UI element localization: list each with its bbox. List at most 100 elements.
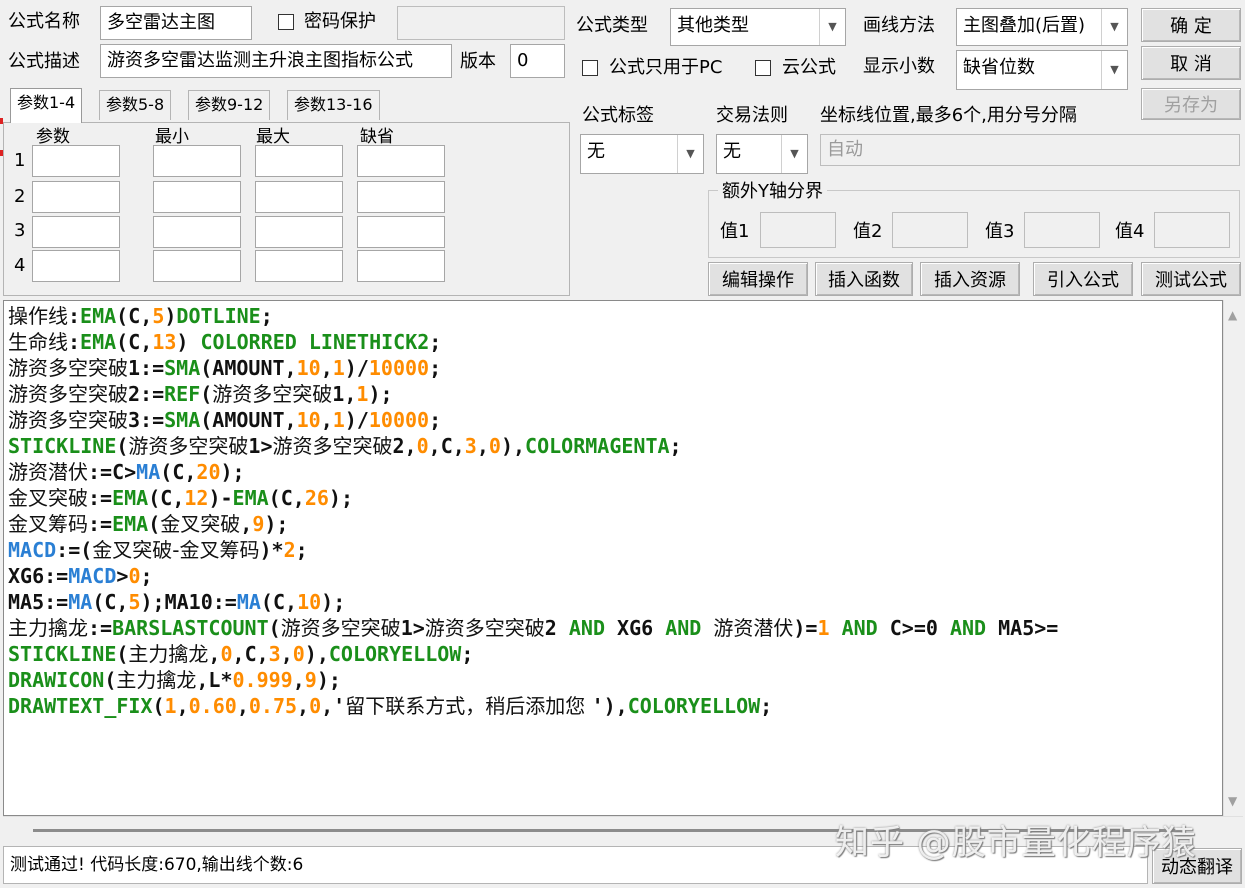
save-as-button[interactable]: 另存为	[1141, 88, 1241, 120]
code-token: C	[104, 590, 117, 614]
value1-input[interactable]	[760, 212, 836, 248]
code-token: 0	[488, 434, 501, 458]
code-line: STICKLINE(主力擒龙,0,C,3,0),COLORYELLOW;	[8, 641, 473, 667]
cancel-button[interactable]: 取 消	[1141, 46, 1241, 80]
chevron-down-icon[interactable]: ▼	[677, 135, 703, 173]
cloud-formula-checkbox[interactable]	[755, 60, 771, 76]
code-token: EMA	[112, 512, 149, 536]
tab-params-5-8[interactable]: 参数5-8	[99, 90, 172, 120]
chevron-down-icon[interactable]: ▼	[1101, 51, 1127, 89]
vertical-scrollbar[interactable]: ▲ ▼	[1223, 300, 1243, 816]
trade-rule-select[interactable]: 无 ▼	[716, 134, 808, 174]
insert-function-button[interactable]: 插入函数	[815, 262, 913, 296]
decimals-select[interactable]: 缺省位数 ▼	[956, 50, 1128, 90]
code-token: 5	[152, 304, 165, 328]
code-token: 2	[544, 616, 569, 640]
formula-tag-select[interactable]: 无 ▼	[580, 134, 704, 174]
code-line: 金叉突破:=EMA(C,12)-EMA(C,26);	[8, 485, 353, 511]
code-token: )-	[208, 486, 233, 510]
version-input[interactable]: 0	[510, 44, 565, 78]
code-line: DRAWTEXT_FIX(1,0.60,0.75,0,'留下联系方式，稍后添加您…	[8, 693, 772, 719]
tab-params-13-16[interactable]: 参数13-16	[287, 90, 380, 120]
param-2-default-input[interactable]	[357, 181, 445, 213]
code-token: 1	[332, 382, 345, 406]
param-1-name-input[interactable]	[32, 145, 120, 177]
code-token: ,	[176, 694, 189, 718]
test-formula-button[interactable]: 测试公式	[1141, 262, 1241, 296]
value3-input[interactable]	[1024, 212, 1100, 248]
code-token: STICKLINE	[8, 434, 117, 458]
code-token: 0	[128, 564, 141, 588]
chevron-down-icon[interactable]: ▼	[781, 135, 807, 173]
param-4-default-input[interactable]	[357, 250, 445, 282]
code-line: 游资多空突破2:=REF(游资多空突破1,1);	[8, 381, 393, 407]
param-3-max-input[interactable]	[255, 216, 343, 248]
decimals-label: 显示小数	[863, 56, 935, 77]
code-token: C	[172, 460, 185, 484]
pc-only-checkbox[interactable]	[582, 60, 598, 76]
param-3-default-input[interactable]	[357, 216, 445, 248]
param-1-max-input[interactable]	[255, 145, 343, 177]
code-token: ;	[429, 408, 442, 432]
code-token: 12	[184, 486, 209, 510]
import-formula-button[interactable]: 引入公式	[1033, 262, 1133, 296]
insert-resource-button[interactable]: 插入资源	[920, 262, 1020, 296]
param-3-name-input[interactable]	[32, 216, 120, 248]
code-token: 游资多空突破	[8, 382, 128, 406]
code-token: 游资多空突破	[8, 408, 128, 432]
code-token: 主力擒龙	[116, 668, 197, 692]
code-token: ;	[760, 694, 773, 718]
code-token: 金叉突破	[160, 512, 241, 536]
param-3-min-input[interactable]	[153, 216, 241, 248]
formula-desc-input[interactable]: 游资多空雷达监测主升浪主图指标公式	[100, 44, 452, 78]
code-token: STICKLINE	[8, 642, 117, 666]
code-token: DOTLINE	[176, 304, 261, 328]
tab-params-9-12[interactable]: 参数9-12	[188, 90, 271, 120]
code-token: 2,	[392, 434, 417, 458]
code-token: :=	[88, 486, 113, 510]
param-2-max-input[interactable]	[255, 181, 343, 213]
edit-ops-button[interactable]: 编辑操作	[708, 262, 808, 296]
formula-name-input[interactable]: 多空雷达主图	[100, 6, 252, 40]
chevron-down-icon[interactable]: ▼	[1101, 9, 1127, 45]
code-token: 9	[304, 668, 317, 692]
code-token: AND	[665, 616, 702, 640]
param-4-min-input[interactable]	[153, 250, 241, 282]
param-col-default: 缺省	[360, 127, 394, 147]
param-2-name-input[interactable]	[32, 181, 120, 213]
formula-type-select[interactable]: 其他类型 ▼	[670, 8, 846, 46]
param-1-default-input[interactable]	[357, 145, 445, 177]
coord-line-input[interactable]: 自动	[820, 134, 1240, 166]
param-2-min-input[interactable]	[153, 181, 241, 213]
code-editor[interactable]: 操作线:EMA(C,5)DOTLINE; 生命线:EMA(C,13) COLORR…	[3, 300, 1223, 816]
scroll-up-icon[interactable]: ▲	[1228, 308, 1237, 322]
code-line: MA5:=MA(C,5);MA10:=MA(C,10);	[8, 589, 345, 615]
code-token: (	[260, 590, 273, 614]
code-token: BARSLASTCOUNT	[112, 616, 269, 640]
param-4-name-input[interactable]	[32, 250, 120, 282]
code-token: 主力擒龙	[128, 642, 209, 666]
password-checkbox[interactable]	[278, 14, 294, 30]
code-token: ,	[297, 694, 310, 718]
code-token: 游资潜伏	[8, 460, 88, 484]
tab-params-1-4[interactable]: 参数1-4	[10, 88, 83, 123]
scroll-down-icon[interactable]: ▼	[1228, 794, 1237, 808]
code-token: (	[200, 382, 213, 406]
ok-button[interactable]: 确 定	[1141, 8, 1241, 42]
code-token: 主力擒龙	[8, 616, 88, 640]
code-token: 2:=	[128, 382, 165, 406]
extra-y-label: 额外Y轴分界	[718, 180, 827, 204]
code-token: EMA	[112, 486, 149, 510]
code-token: (	[200, 356, 213, 380]
param-1-min-input[interactable]	[153, 145, 241, 177]
password-input[interactable]	[397, 6, 565, 40]
value4-input[interactable]	[1154, 212, 1230, 248]
value2-input[interactable]	[892, 212, 968, 248]
draw-method-select[interactable]: 主图叠加(后置) ▼	[956, 8, 1128, 46]
code-token: C	[272, 590, 286, 614]
code-token: '),	[591, 694, 628, 718]
chevron-down-icon[interactable]: ▼	[819, 9, 845, 45]
param-4-max-input[interactable]	[255, 250, 343, 282]
code-token: ;	[295, 538, 308, 562]
code-token: DRAWTEXT_FIX	[8, 694, 153, 718]
